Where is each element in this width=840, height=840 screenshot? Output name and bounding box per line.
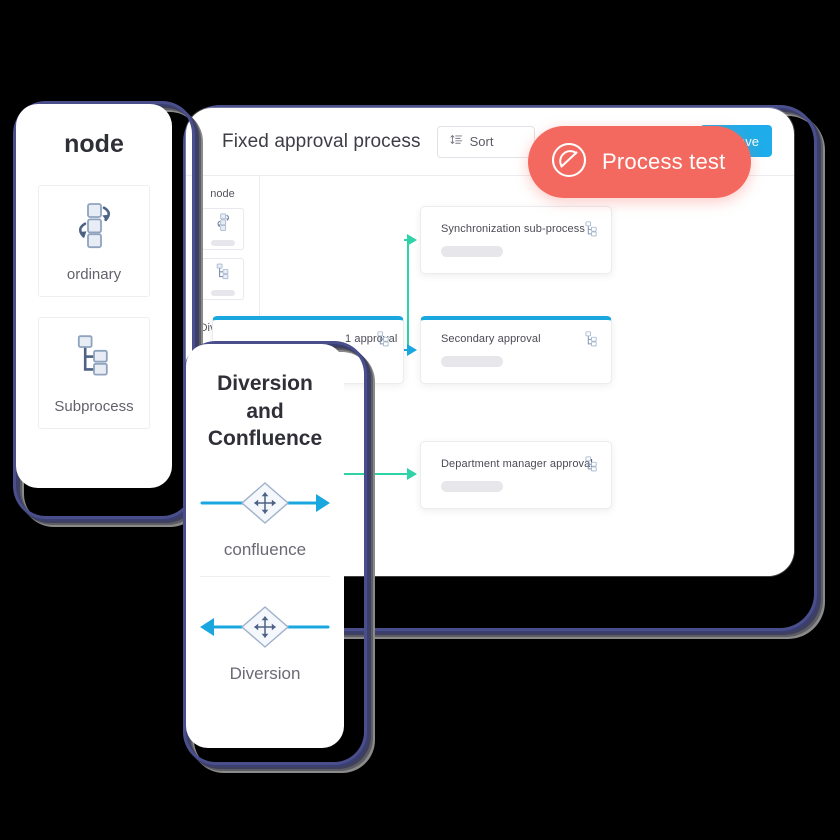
subprocess-node-icon xyxy=(582,455,601,479)
diversion-panel-item-label: Diversion xyxy=(229,664,301,684)
process-test-button[interactable]: Process test xyxy=(528,126,752,198)
node-panel-item-label: ordinary xyxy=(66,266,122,283)
ordinary-node-icon xyxy=(213,212,233,237)
sort-list-icon xyxy=(450,133,463,151)
diversion-panel-item-confluence[interactable]: confluence xyxy=(196,475,334,560)
panel-divider xyxy=(200,576,330,578)
subprocess-node-icon xyxy=(68,331,120,388)
subprocess-node-icon xyxy=(374,330,393,354)
subprocess-node-icon xyxy=(582,220,601,244)
palette-tile-ordinary[interactable] xyxy=(201,208,244,250)
flow-card-placeholder-bar xyxy=(441,246,503,257)
sort-button-label: Sort xyxy=(469,134,494,149)
flow-card-department-manager-approval[interactable]: Department manager approval xyxy=(420,441,612,509)
diversion-diamond-icon xyxy=(198,606,332,659)
subprocess-node-icon xyxy=(582,330,601,354)
flow-card-title: Synchronization sub-process xyxy=(441,223,585,235)
flow-card-title: Secondary approval xyxy=(441,333,541,345)
screenshot-stage: Fixed approval process Sort save node Sy… xyxy=(0,0,840,840)
diversion-panel-heading: Diversion and Confluence xyxy=(207,372,323,451)
node-panel-heading: node xyxy=(64,130,124,158)
sort-button[interactable]: Sort xyxy=(436,125,535,158)
diversion-panel-item-diversion[interactable]: Diversion xyxy=(196,599,334,684)
diversion-panel-item-label: confluence xyxy=(223,540,307,560)
node-panel-stack: node ordinary Subprocess xyxy=(16,104,192,516)
subprocess-node-icon xyxy=(213,262,233,287)
node-panel-item-subprocess[interactable]: Subprocess xyxy=(38,317,150,429)
node-panel-item-label: Subprocess xyxy=(54,398,134,415)
palette-tile-subprocess[interactable] xyxy=(201,258,244,300)
page-title: Fixed approval process xyxy=(222,130,421,152)
diversion-panel-stack: Diversion and Confluence confluence Dive… xyxy=(186,344,364,762)
flow-card-placeholder-bar xyxy=(441,356,503,367)
palette-tile-placeholder-bar xyxy=(210,240,235,246)
arrowhead-sync xyxy=(407,234,417,246)
flow-card-placeholder-bar xyxy=(441,481,503,492)
confluence-diamond-icon xyxy=(198,482,332,535)
process-test-label: Process test xyxy=(602,149,726,174)
flow-card-secondary-approval[interactable]: Secondary approval xyxy=(420,316,612,384)
flow-card-synchronization-sub-process[interactable]: Synchronization sub-process xyxy=(420,206,612,274)
diversion-panel: Diversion and Confluence confluence Dive… xyxy=(186,344,344,748)
connector-to-sync xyxy=(407,239,412,346)
arrowhead-department xyxy=(407,468,417,480)
arrowhead-secondary xyxy=(407,344,417,356)
ordinary-node-icon xyxy=(68,199,120,256)
palette-tile-placeholder-bar xyxy=(210,290,235,296)
node-panel: node ordinary Subprocess xyxy=(16,104,172,488)
node-panel-item-ordinary[interactable]: ordinary xyxy=(38,185,150,297)
gauge-icon xyxy=(550,141,588,184)
palette-group-label-node: node xyxy=(210,188,235,200)
flow-card-title: Department manager approval xyxy=(441,458,593,470)
